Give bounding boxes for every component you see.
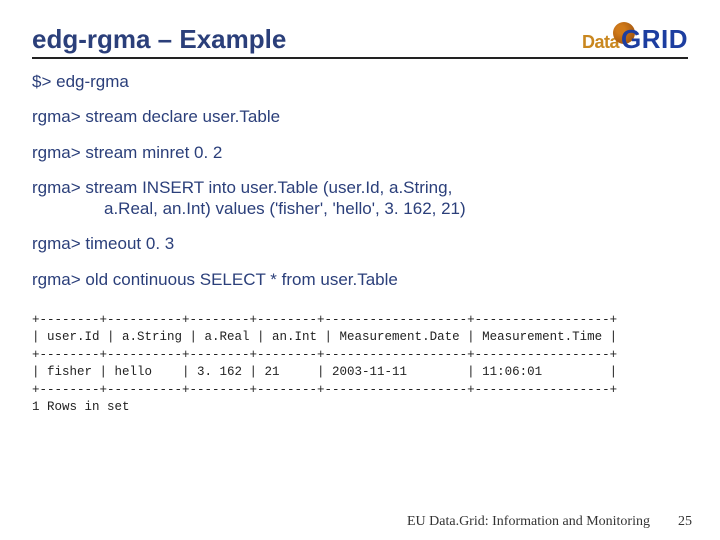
footer-text: EU Data.Grid: Information and Monitoring (407, 514, 650, 530)
cmd-text: old continuous SELECT * from user.Table (85, 270, 397, 289)
cmd-line-2: rgma> stream minret 0. 2 (32, 142, 688, 163)
cmd-line-5: rgma> old continuous SELECT * from user.… (32, 269, 688, 290)
slide-title: edg-rgma – Example (32, 24, 286, 55)
cmd-line-3: rgma> stream INSERT into user.Table (use… (32, 177, 688, 220)
cmd-text: timeout 0. 3 (85, 234, 174, 253)
shell-prompt: $> (32, 72, 56, 91)
slide-header: edg-rgma – Example Data GRID (32, 24, 688, 59)
table-header-row: | user.Id | a.String | a.Real | an.Int |… (32, 330, 617, 344)
datagrid-logo: Data GRID (582, 24, 688, 55)
table-footer: 1 Rows in set (32, 400, 130, 414)
logo-text-grid: GRID (621, 24, 688, 54)
cmd-text: edg-rgma (56, 72, 129, 91)
cmd-line-1: rgma> stream declare user.Table (32, 106, 688, 127)
rgma-prompt: rgma> (32, 178, 85, 197)
cmd-text: stream minret 0. 2 (85, 143, 222, 162)
rgma-prompt: rgma> (32, 143, 85, 162)
slide-footer: EU Data.Grid: Information and Monitoring… (0, 514, 720, 530)
logo-grid-wrap: GRID (621, 24, 688, 55)
page-number: 25 (678, 514, 692, 530)
cmd-text-cont: a.Real, an.Int) values ('fisher', 'hello… (32, 198, 688, 219)
cmd-line-0: $> edg-rgma (32, 71, 688, 92)
table-sep: +--------+----------+--------+--------+-… (32, 313, 617, 327)
table-row: | fisher | hello | 3. 162 | 21 | 2003-11… (32, 365, 617, 379)
rgma-prompt: rgma> (32, 234, 85, 253)
cmd-text: stream declare user.Table (85, 107, 280, 126)
table-sep: +--------+----------+--------+--------+-… (32, 348, 617, 362)
cmd-line-4: rgma> timeout 0. 3 (32, 233, 688, 254)
slide: edg-rgma – Example Data GRID $> edg-rgma… (0, 0, 720, 540)
table-sep: +--------+----------+--------+--------+-… (32, 383, 617, 397)
rgma-prompt: rgma> (32, 107, 85, 126)
rgma-prompt: rgma> (32, 270, 85, 289)
slide-body: $> edg-rgma rgma> stream declare user.Ta… (32, 71, 688, 417)
cmd-text: stream INSERT into user.Table (user.Id, … (85, 178, 452, 197)
ascii-table: +--------+----------+--------+--------+-… (32, 312, 688, 417)
